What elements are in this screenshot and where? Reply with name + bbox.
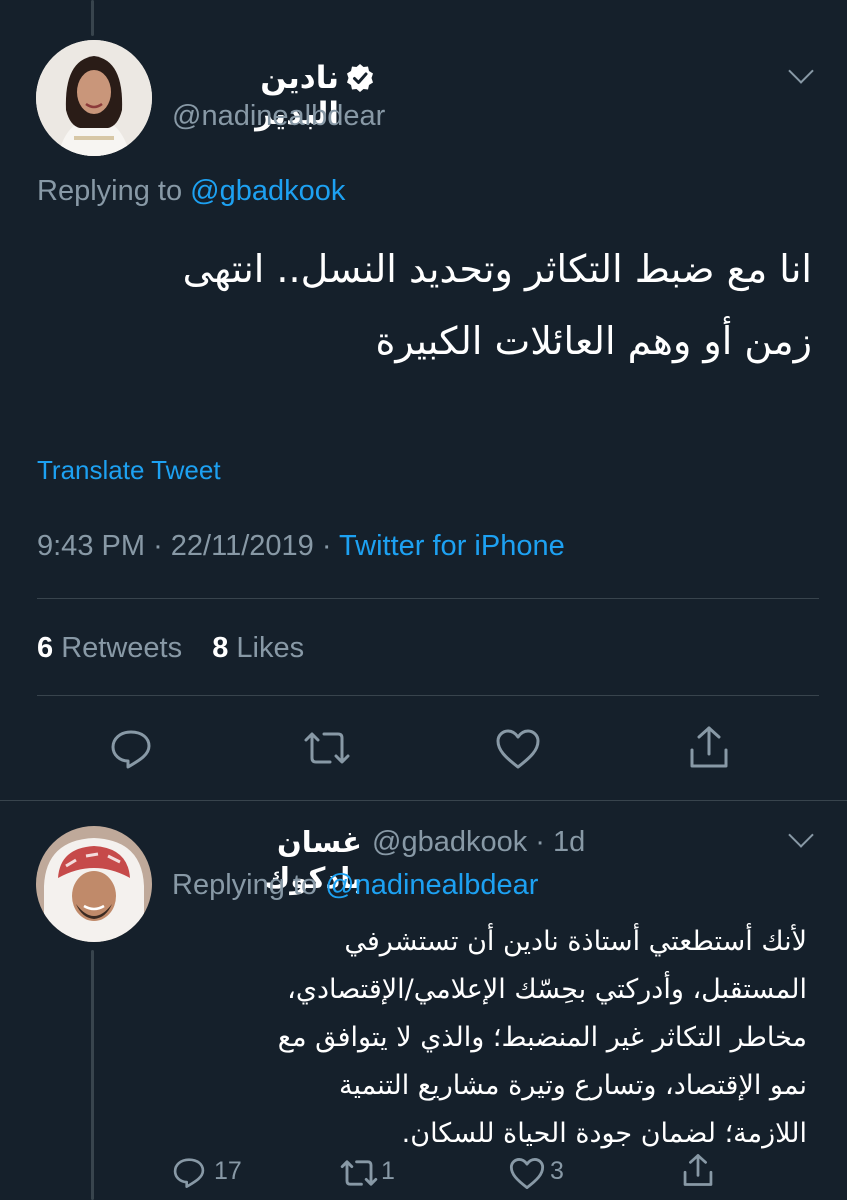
meta-separator: ·: [535, 826, 553, 858]
retweets-label: Retweets: [61, 632, 183, 664]
like-count: 3: [550, 1157, 564, 1185]
like-icon[interactable]: [509, 1157, 545, 1190]
tweet-time: 9:43 PM: [37, 530, 145, 562]
tweet-text-line-1: انا مع ضبط التكاثر وتحديد النسل.. انتهى: [182, 247, 812, 291]
tweet-meta: 9:43 PM · 22/11/2019 · Twitter for iPhon…: [37, 530, 565, 563]
replying-to: Replying to @gbadkook: [37, 175, 345, 208]
replying-prefix: Replying to: [37, 175, 183, 207]
likes-stat[interactable]: 8 Likes: [212, 632, 304, 664]
tweet-age: 1d: [553, 826, 586, 858]
divider: [0, 800, 847, 801]
reply-meta: @gbadkook · 1d: [372, 826, 585, 859]
reply-text-line: اللازمة؛ لضمان جودة الحياة للسكان.: [401, 1118, 807, 1149]
replying-handle-link[interactable]: @gbadkook: [190, 175, 345, 207]
reply-icon[interactable]: [172, 1155, 206, 1189]
avatar[interactable]: [36, 40, 152, 156]
translate-tweet-link[interactable]: Translate Tweet: [37, 455, 221, 486]
reply-text-line: مخاطر التكاثر غير المنضبط؛ والذي لا يتوا…: [277, 1022, 807, 1053]
retweet-count: 1: [381, 1157, 395, 1185]
like-icon[interactable]: [495, 728, 541, 770]
retweet-icon[interactable]: [302, 728, 352, 768]
meta-separator: ·: [321, 530, 340, 562]
meta-separator: ·: [153, 530, 171, 562]
verified-badge-icon: [345, 63, 375, 93]
share-icon[interactable]: [682, 1152, 714, 1188]
chevron-down-icon[interactable]: [788, 822, 814, 848]
divider: [37, 598, 819, 599]
likes-count: 8: [212, 632, 229, 664]
reply-text-line: لأنك أستطعتي أستاذة نادين أن تستشرفي: [344, 926, 807, 957]
replying-prefix: Replying to: [172, 869, 318, 901]
retweets-stat[interactable]: 6 Retweets: [37, 632, 190, 664]
tweet-source-link[interactable]: Twitter for iPhone: [339, 530, 565, 562]
replying-handle-link[interactable]: @nadinealbdear: [325, 869, 538, 901]
reply-count: 17: [214, 1157, 242, 1185]
tweet-date: 22/11/2019: [170, 530, 314, 562]
divider: [37, 695, 819, 696]
share-icon[interactable]: [688, 724, 730, 770]
handle[interactable]: @nadinealbdear: [172, 100, 385, 133]
reply-text-line: نمو الإقتصاد، وتسارع وتيرة مشاريع التنمي…: [338, 1070, 807, 1101]
retweet-icon[interactable]: [339, 1157, 379, 1189]
engagement-stats: 6 Retweets 8 Likes: [37, 632, 304, 665]
reply-text-line: المستقبل، وأدركتي بحِسّك الإعلامي/الإقتص…: [287, 974, 807, 1005]
tweet-text-line-2: زمن أو وهم العائلات الكبيرة: [375, 319, 812, 363]
thread-line-reply: [91, 950, 94, 1200]
reply-icon[interactable]: [109, 726, 153, 770]
thread-line-top: [91, 0, 94, 36]
retweets-count: 6: [37, 632, 54, 664]
avatar[interactable]: [36, 826, 152, 942]
handle[interactable]: @gbadkook: [372, 826, 527, 858]
replying-to: Replying to @nadinealbdear: [172, 869, 538, 902]
chevron-down-icon[interactable]: [788, 58, 814, 84]
likes-label: Likes: [236, 632, 305, 664]
